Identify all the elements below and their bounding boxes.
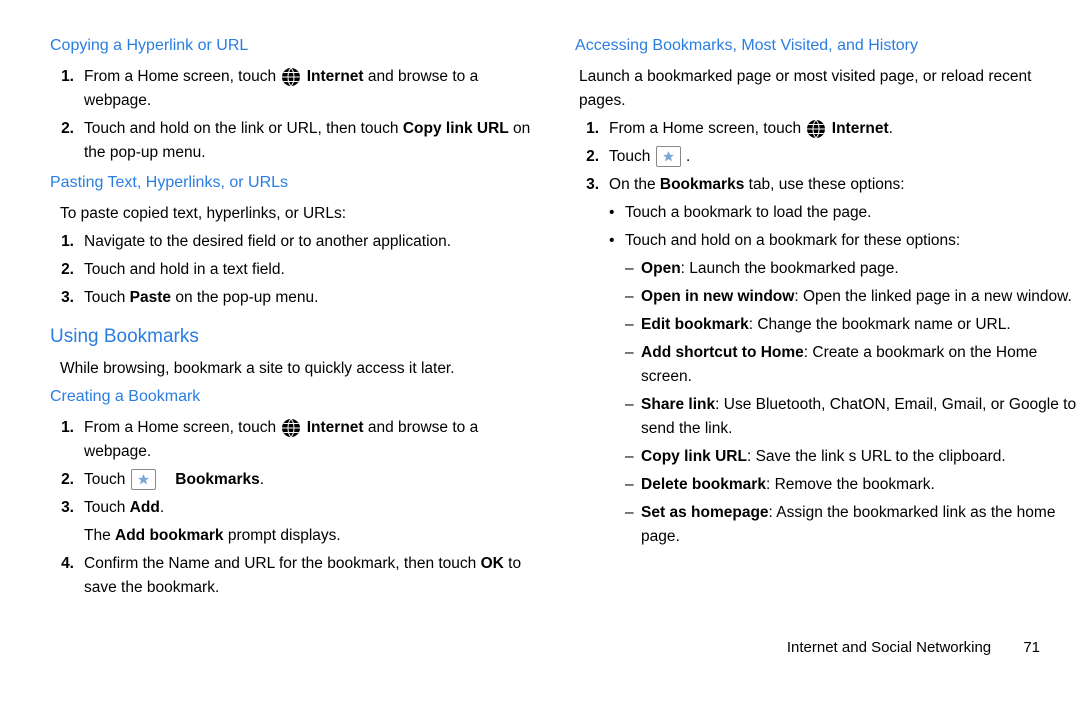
list-marker: 2. [50, 117, 74, 165]
bullet-item: Touch a bookmark to load the page. [609, 201, 1080, 225]
list-accessing: 1. From a Home screen, touch Internet. 2… [575, 117, 1080, 553]
dash-item: Set as homepage: Assign the bookmarked l… [625, 501, 1080, 549]
heading-accessing-bookmarks: Accessing Bookmarks, Most Visited, and H… [575, 34, 1080, 59]
globe-icon [806, 119, 826, 139]
dash-item: Copy link URL: Save the link s URL to th… [625, 445, 1080, 469]
heading-using-bookmarks: Using Bookmarks [50, 322, 545, 351]
dash-item: Open: Launch the bookmarked page. [625, 257, 1080, 281]
footer-section-title: Internet and Social Networking [787, 639, 991, 656]
dash-item: Share link: Use Bluetooth, ChatON, Email… [625, 393, 1080, 441]
dash-list: Open: Launch the bookmarked page. Open i… [625, 257, 1080, 549]
dash-item: Edit bookmark: Change the bookmark name … [625, 313, 1080, 337]
globe-icon [281, 67, 301, 87]
paragraph: Launch a bookmarked page or most visited… [579, 65, 1080, 113]
list-marker: 1. [50, 65, 74, 113]
list-item-text: Confirm the Name and URL for the bookmar… [84, 552, 545, 600]
list-item-text: Navigate to the desired field or to anot… [84, 230, 545, 254]
right-column: Accessing Bookmarks, Most Visited, and H… [575, 30, 1080, 606]
globe-icon [281, 418, 301, 438]
list-item-text: Touch and hold on the link or URL, then … [84, 117, 545, 165]
paragraph: To paste copied text, hyperlinks, or URL… [60, 202, 545, 226]
list-item-text: From a Home screen, touch Internet and b… [84, 416, 545, 464]
list-item-text: Touch Add. The Add bookmark prompt displ… [84, 496, 545, 548]
left-column: Copying a Hyperlink or URL 1. From a Hom… [50, 30, 545, 606]
dash-item: Add shortcut to Home: Create a bookmark … [625, 341, 1080, 389]
bullet-list: Touch a bookmark to load the page. Touch… [609, 201, 1080, 549]
page-number: 71 [1023, 636, 1040, 659]
heading-pasting: Pasting Text, Hyperlinks, or URLs [50, 171, 545, 196]
list-item-text: From a Home screen, touch Internet and b… [84, 65, 545, 113]
list-create-bookmark: 1. From a Home screen, touch Internet an… [50, 416, 545, 600]
page-footer: Internet and Social Networking 71 [50, 636, 1080, 659]
heading-copying-hyperlink: Copying a Hyperlink or URL [50, 34, 545, 59]
list-copy-url: 1. From a Home screen, touch Internet an… [50, 65, 545, 165]
list-item-text: From a Home screen, touch Internet. [609, 117, 1080, 141]
list-item-text: Touch Paste on the pop-up menu. [84, 286, 545, 310]
list-item-text: Touch . [609, 145, 1080, 169]
dash-item: Open in new window: Open the linked page… [625, 285, 1080, 309]
paragraph: While browsing, bookmark a site to quick… [60, 357, 545, 381]
list-item-text: Touch Bookmarks. [84, 468, 545, 492]
heading-creating-bookmark: Creating a Bookmark [50, 385, 545, 410]
dash-item: Delete bookmark: Remove the bookmark. [625, 473, 1080, 497]
star-icon [656, 146, 681, 167]
list-item-text: On the Bookmarks tab, use these options:… [609, 173, 1080, 553]
list-paste: 1.Navigate to the desired field or to an… [50, 230, 545, 310]
list-item-text: Touch and hold in a text field. [84, 258, 545, 282]
star-icon [131, 469, 156, 490]
bullet-item: Touch and hold on a bookmark for these o… [609, 229, 1080, 549]
